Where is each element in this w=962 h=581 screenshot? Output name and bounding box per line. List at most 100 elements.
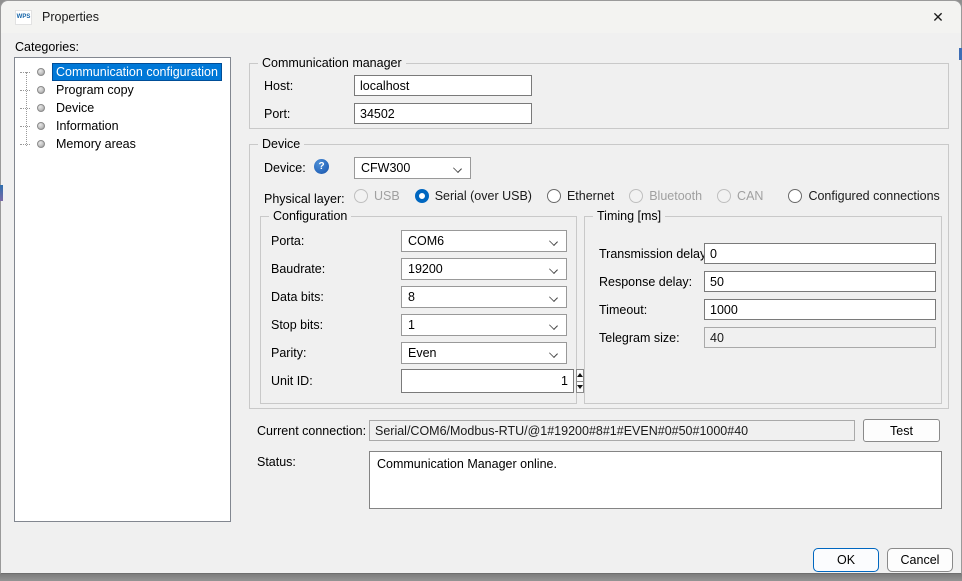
chevron-down-icon [549,293,558,302]
unit-id-spin-buttons [576,369,584,393]
data-bits-combobox[interactable]: 8 [401,286,567,308]
response-delay-input[interactable] [704,271,936,292]
device-label: Device: [264,161,306,175]
tree-branch-line [20,72,30,73]
radio-can: CAN [717,189,763,203]
current-connection-input [369,420,855,441]
tree-item-communication-configuration[interactable]: Communication configuration [15,63,230,81]
unit-id-stepper[interactable] [401,369,567,393]
tree-item-memory-areas[interactable]: Memory areas [15,135,230,153]
radio-label: CAN [737,189,763,203]
category-bullet-icon [37,140,45,148]
stop-bits-label: Stop bits: [271,318,323,332]
group-title: Communication manager [258,56,406,70]
baudrate-combobox[interactable]: 19200 [401,258,567,280]
status-label: Status: [257,455,296,469]
category-bullet-icon [37,68,45,76]
chevron-down-icon [549,349,558,358]
properties-dialog: WPS Properties ✕ Categories: Communicati… [0,0,962,574]
tree-item-label: Program copy [53,82,137,98]
test-button[interactable]: Test [863,419,940,442]
tree-item-label: Information [53,118,122,134]
tree-item-label: Device [53,100,97,116]
categories-label: Categories: [15,40,79,54]
window-title: Properties [42,10,99,24]
background-window-strip [0,574,962,581]
spin-down-icon [577,385,583,389]
radio-label: Serial (over USB) [435,189,532,203]
radio-label: Configured connections [808,189,939,203]
radio-label: Bluetooth [649,189,702,203]
timeout-label: Timeout: [599,303,647,317]
categories-tree: Communication configuration Program copy… [14,57,231,522]
chevron-down-icon [549,237,558,246]
tree-branch-line [20,90,30,91]
radio-label: USB [374,189,400,203]
stop-bits-combobox[interactable]: 1 [401,314,567,336]
category-bullet-icon [37,86,45,94]
port-input[interactable] [354,103,532,124]
radio-icon [788,189,802,203]
communication-manager-group: Communication manager Host: Port: [249,63,949,129]
porta-combobox-value: COM6 [408,234,444,248]
radio-usb: USB [354,189,400,203]
radio-ethernet[interactable]: Ethernet [547,189,614,203]
data-bits-combobox-value: 8 [408,290,415,304]
chevron-down-icon [549,321,558,330]
tree-branch-line [20,108,30,109]
radio-bluetooth: Bluetooth [629,189,702,203]
background-window-sliver-left [0,185,3,201]
group-title: Device [258,137,304,151]
radio-icon [354,189,368,203]
current-connection-label: Current connection: [257,424,366,438]
cancel-button[interactable]: Cancel [887,548,953,572]
status-textarea[interactable]: Communication Manager online. [369,451,942,509]
tree-branch-line [20,144,30,145]
response-delay-label: Response delay: [599,275,692,289]
physical-layer-label: Physical layer: [264,192,345,206]
tree-item-device[interactable]: Device [15,99,230,117]
group-title: Configuration [269,209,351,223]
parity-combobox[interactable]: Even [401,342,567,364]
port-label: Port: [264,107,290,121]
wps-app-icon: WPS [15,10,32,25]
unit-id-input[interactable] [401,369,574,393]
radio-label: Ethernet [567,189,614,203]
tree-item-program-copy[interactable]: Program copy [15,81,230,99]
chevron-down-icon [549,265,558,274]
tree-connector-line [26,72,27,146]
porta-combobox[interactable]: COM6 [401,230,567,252]
transmission-delay-input[interactable] [704,243,936,264]
spin-up-icon [577,373,583,377]
stop-bits-combobox-value: 1 [408,318,415,332]
porta-label: Porta: [271,234,304,248]
ok-button[interactable]: OK [813,548,879,572]
tree-branch-line [20,126,30,127]
data-bits-label: Data bits: [271,290,324,304]
device-combobox-value: CFW300 [361,161,410,175]
timing-group: Timing [ms] Transmission delay: Response… [584,216,942,404]
radio-icon [415,189,429,203]
spin-up-button[interactable] [576,369,584,382]
telegram-size-input [704,327,936,348]
spin-down-button[interactable] [576,382,584,394]
group-title: Timing [ms] [593,209,665,223]
category-bullet-icon [37,122,45,130]
tree-item-label: Communication configuration [53,64,221,80]
tree-item-information[interactable]: Information [15,117,230,135]
timeout-input[interactable] [704,299,936,320]
radio-icon [717,189,731,203]
host-input[interactable] [354,75,532,96]
radio-serial-over-usb[interactable]: Serial (over USB) [415,189,532,203]
device-combobox[interactable]: CFW300 [354,157,471,179]
device-group: Device Device: ? CFW300 Physical layer: … [249,144,949,409]
radio-icon [547,189,561,203]
radio-configured-connections[interactable]: Configured connections [788,189,939,203]
title-bar: WPS Properties ✕ [1,1,961,33]
unit-id-label: Unit ID: [271,374,313,388]
close-icon[interactable]: ✕ [915,1,961,33]
transmission-delay-label: Transmission delay: [599,247,710,261]
help-icon[interactable]: ? [314,159,329,174]
parity-label: Parity: [271,346,306,360]
telegram-size-label: Telegram size: [599,331,680,345]
